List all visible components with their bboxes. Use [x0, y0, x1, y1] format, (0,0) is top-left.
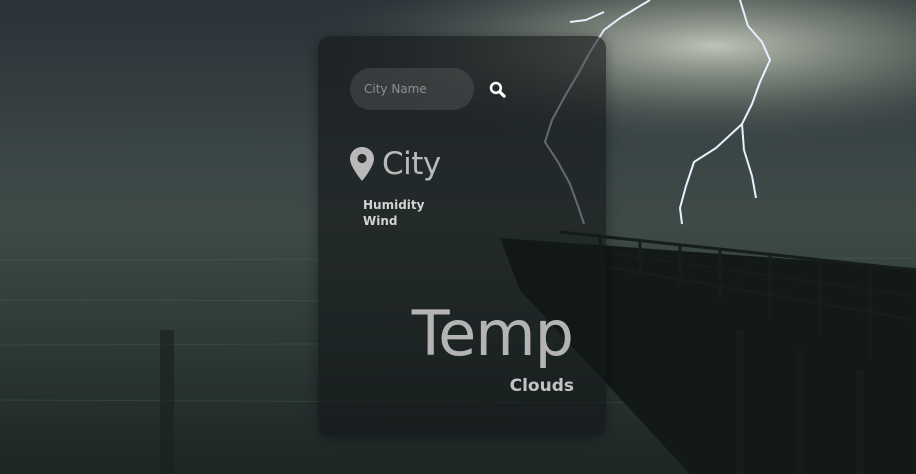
map-pin-icon	[350, 147, 374, 181]
weather-details: Humidity Wind	[363, 197, 424, 229]
city-search-input[interactable]	[350, 68, 474, 110]
search-icon	[489, 81, 506, 98]
weather-description: Clouds	[509, 376, 574, 396]
search-button[interactable]	[486, 78, 508, 100]
humidity-label: Humidity	[363, 198, 425, 212]
location-header: City	[350, 146, 441, 182]
temperature: Temp	[411, 297, 574, 370]
city-name: City	[382, 146, 441, 182]
weather-card: City Humidity Wind Temp Clouds	[318, 36, 606, 436]
search-bar	[350, 68, 508, 110]
wind-label: Wind	[363, 214, 398, 228]
